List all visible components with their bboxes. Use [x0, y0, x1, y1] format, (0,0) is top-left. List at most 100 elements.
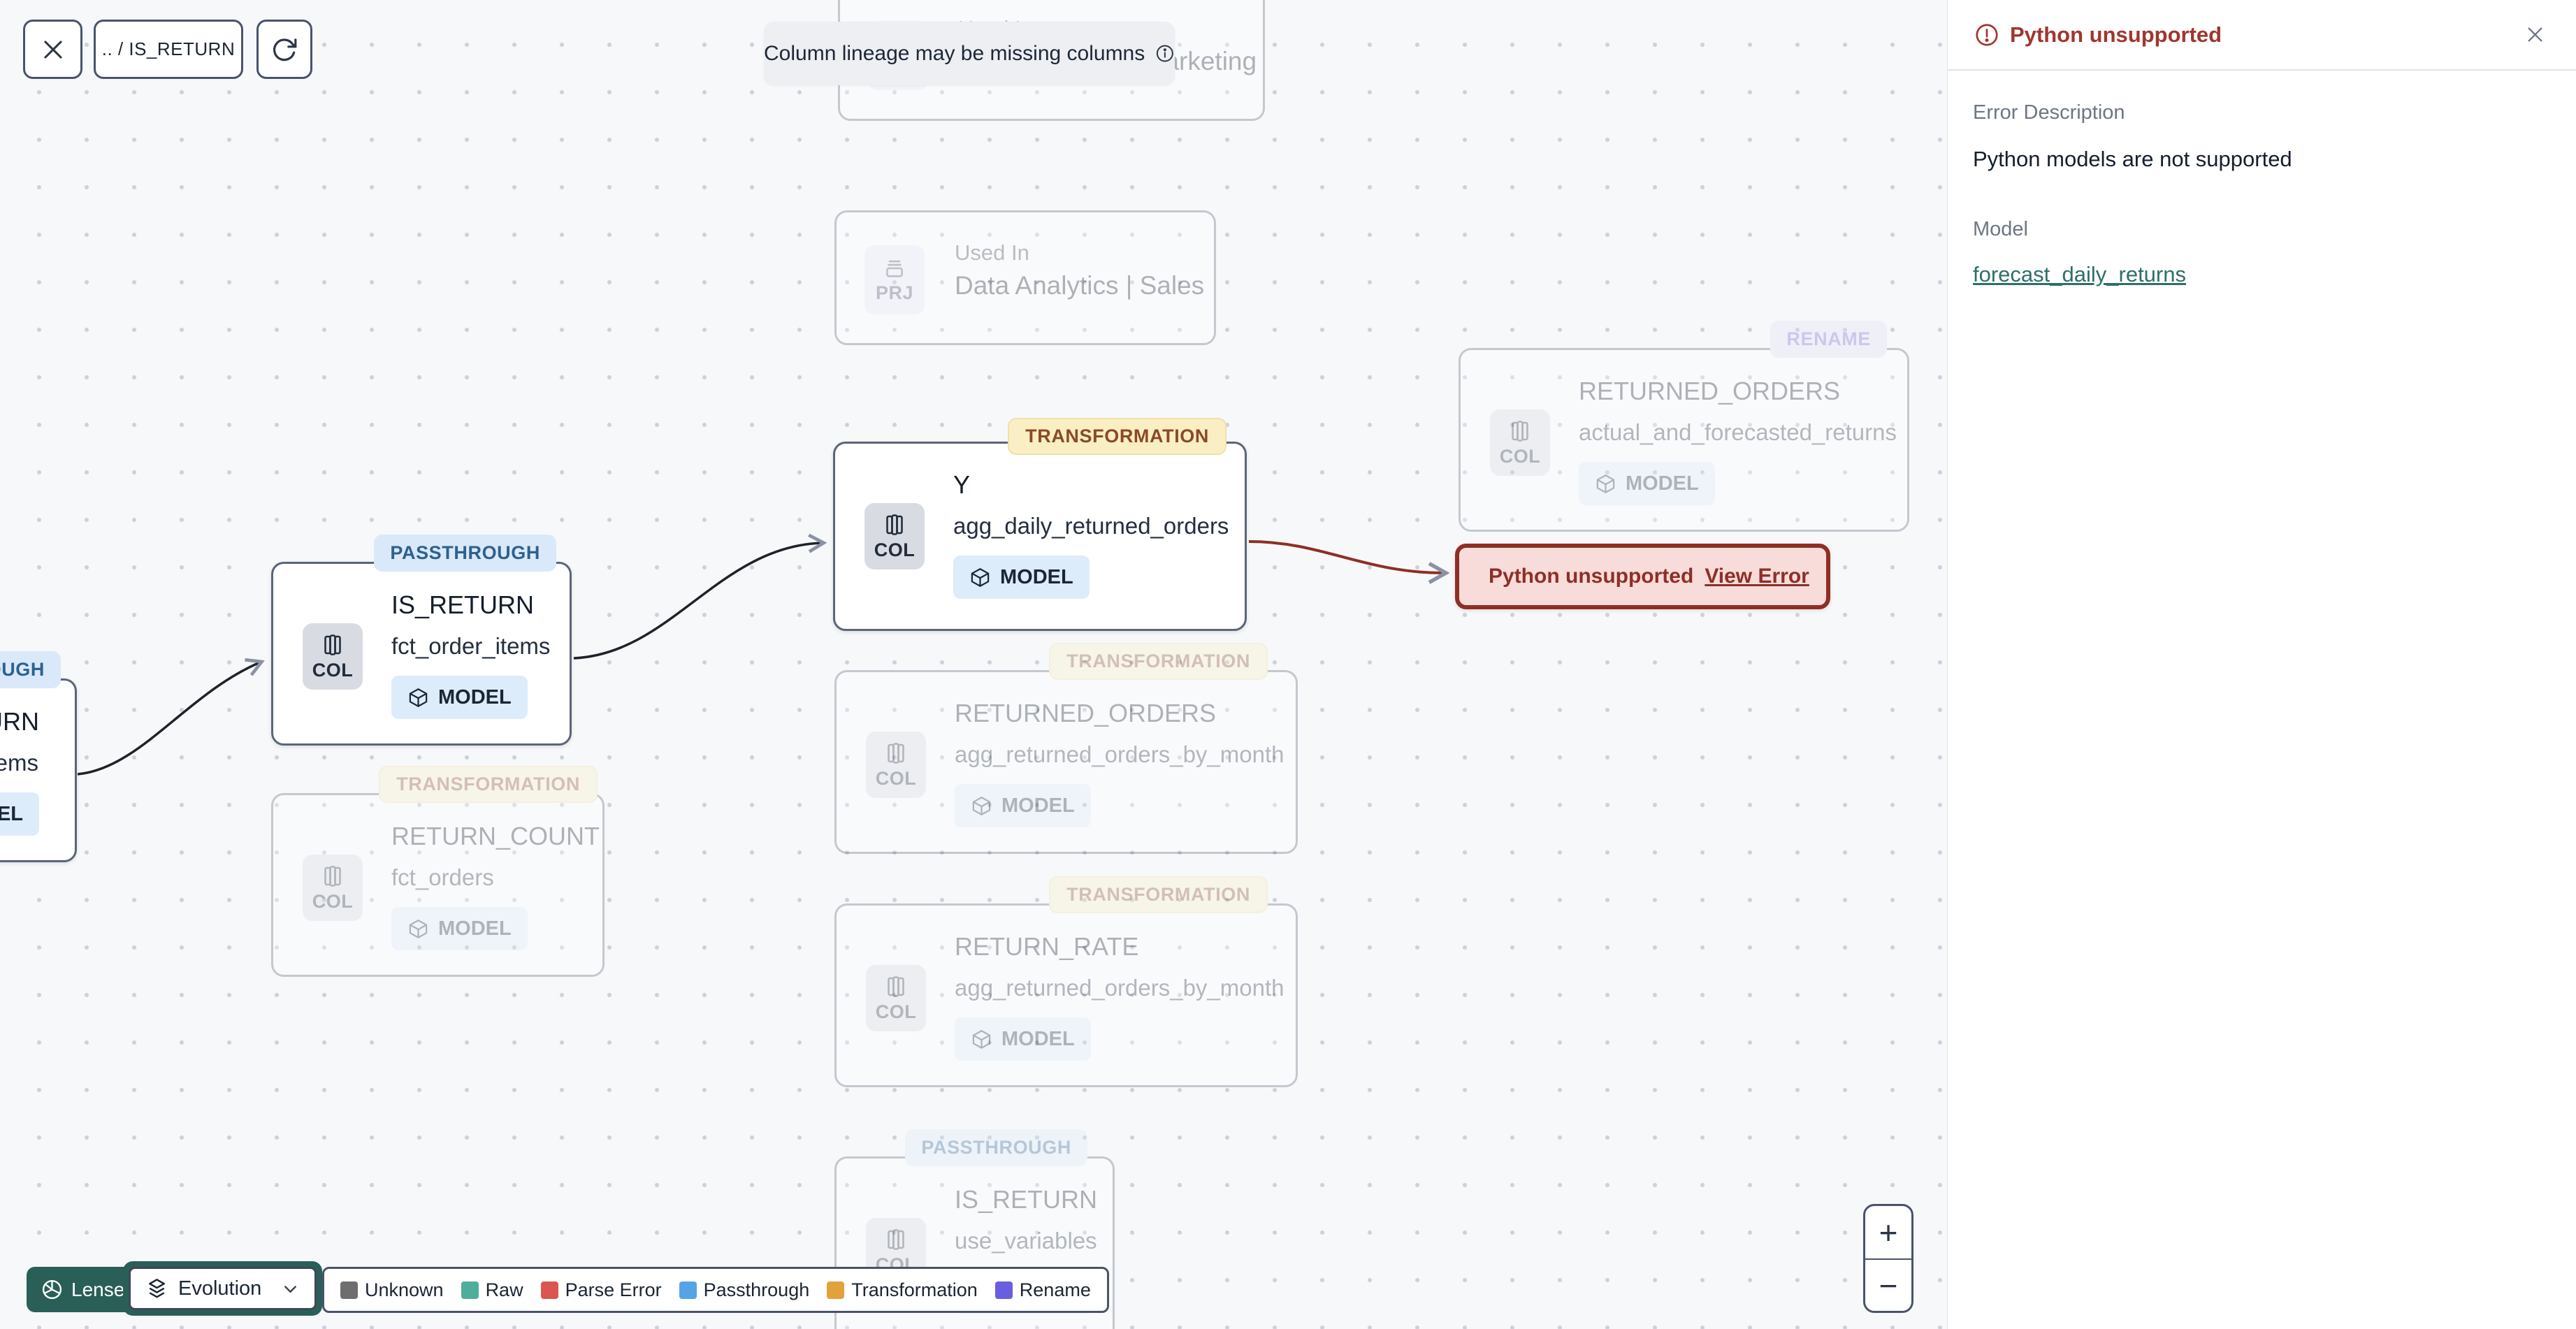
- legend-item-raw: Raw: [461, 1279, 523, 1301]
- lineage-warning-banner: Column lineage may be missing columns: [764, 22, 1175, 85]
- project-typebox: PRJ: [864, 245, 925, 314]
- column-name: RETURNED_ORDERS: [955, 699, 1217, 727]
- column-typebox: COL: [866, 732, 926, 798]
- lens-aperture-icon: [42, 1279, 62, 1300]
- model-chip-label: MODEL: [438, 917, 512, 940]
- project-stack-icon: [886, 260, 903, 277]
- typebox-label: COL: [1499, 445, 1541, 467]
- legend-swatch: [679, 1281, 697, 1299]
- column-name: IS_RETURN: [391, 590, 535, 619]
- model-name: ems: [0, 750, 38, 776]
- node-upstream-is-return-partial[interactable]: OUGH URN ems DEL: [0, 651, 77, 862]
- columns-icon: [324, 634, 341, 655]
- close-panel-button[interactable]: [2524, 23, 2547, 46]
- lens-badge-transformation: TRANSFORMATION: [1008, 418, 1227, 455]
- columns-icon: [1512, 420, 1528, 442]
- node-y-agg-daily-returned-orders[interactable]: TRANSFORMATION COL Y agg_daily_returned_…: [833, 418, 1247, 631]
- lens-badge-passthrough: PASSTHROUGH: [905, 1129, 1087, 1166]
- lineage-canvas[interactable]: PRJ Used In Data Analytics | Marketing P…: [0, 0, 1947, 1329]
- error-description-label: Error Description: [1973, 101, 2125, 124]
- column-name: RETURNED_ORDERS: [1579, 377, 1841, 405]
- info-icon[interactable]: [1155, 42, 1175, 65]
- zoom-in-button[interactable]: +: [1865, 1206, 1911, 1258]
- cube-icon: [972, 796, 991, 815]
- legend-swatch: [540, 1281, 558, 1299]
- node-return-count[interactable]: TRANSFORMATION COL RETURN_COUNT fct_orde…: [271, 766, 605, 977]
- legend-item-unknown: Unknown: [340, 1279, 444, 1301]
- node-is-return-fct-order-items[interactable]: PASSTHROUGH COL IS_RETURN fct_order_item…: [271, 535, 572, 746]
- column-name: Y: [953, 470, 971, 499]
- model-name: agg_returned_orders_by_month: [955, 741, 1285, 767]
- node-used-in-sales[interactable]: PRJ Used In Data Analytics | Sales: [834, 210, 1216, 345]
- model-chip: MODEL: [391, 676, 528, 719]
- edge-y-to-error: [1248, 540, 1450, 584]
- model-name: agg_returned_orders_by_month: [955, 975, 1285, 1001]
- breadcrumb-text: .. / IS_RETURN: [101, 38, 236, 59]
- column-name: IS_RETURN: [955, 1185, 1098, 1214]
- refresh-icon: [273, 38, 297, 61]
- edge-upstream-to-is-return: [77, 658, 265, 776]
- node-python-unsupported-error[interactable]: Python unsupported View Error: [1455, 544, 1830, 609]
- column-name: RETURN_RATE: [955, 932, 1139, 961]
- lens-selected-label: Evolution: [178, 1277, 262, 1300]
- error-description-text: Python models are not supported: [1973, 147, 2292, 171]
- close-icon: [43, 40, 62, 59]
- model-name: fct_orders: [391, 864, 494, 890]
- close-lineage-button[interactable]: [23, 20, 82, 79]
- legend-swatch: [827, 1281, 845, 1299]
- lens-badge-passthrough: OUGH: [0, 651, 61, 688]
- typebox-label: PRJ: [875, 282, 914, 303]
- model-link[interactable]: forecast_daily_returns: [1973, 262, 2186, 287]
- typebox-label: COL: [312, 890, 354, 912]
- error-node-label: Python unsupported: [1489, 565, 1694, 588]
- typebox-label: COL: [312, 659, 354, 681]
- refresh-button[interactable]: [256, 20, 312, 79]
- legend-item-transformation: Transformation: [827, 1279, 978, 1301]
- model-chip-label: MODEL: [1001, 1027, 1075, 1050]
- legend-item-rename: Rename: [994, 1279, 1091, 1301]
- cube-icon: [971, 567, 990, 587]
- alert-circle-icon: [1976, 23, 1998, 46]
- lens-select[interactable]: Evolution: [129, 1267, 317, 1310]
- model-chip: MODEL: [953, 555, 1090, 599]
- node-return-rate[interactable]: TRANSFORMATION COL RETURN_RATE agg_retur…: [834, 876, 1298, 1087]
- lens-legend: Unknown Raw Parse Error Passthrough Tran…: [322, 1267, 1109, 1313]
- column-typebox: COL: [303, 855, 363, 921]
- edge-is-return-to-y: [573, 533, 827, 660]
- model-chip-label: MODEL: [1000, 565, 1073, 588]
- model-chip: MODEL: [391, 907, 528, 950]
- close-icon: [2528, 27, 2542, 42]
- error-panel-header: Python unsupported: [1948, 0, 2576, 71]
- column-name: URN: [0, 707, 39, 736]
- cube-icon: [409, 688, 428, 707]
- view-error-link[interactable]: View Error: [1705, 565, 1809, 588]
- lens-select-wrapper[interactable]: Evolution: [123, 1261, 323, 1316]
- cube-icon: [1596, 474, 1615, 493]
- model-label: Model: [1973, 218, 2028, 240]
- node-returned-orders-rename[interactable]: RENAME COL RETURNED_ORDERS actual_and_fo…: [1459, 321, 1909, 532]
- model-chip-label: MODEL: [1001, 794, 1075, 817]
- model-name: use_variables: [955, 1228, 1097, 1254]
- typebox-label: COL: [875, 767, 917, 789]
- zoom-out-button[interactable]: −: [1865, 1258, 1911, 1311]
- error-panel-title: Python unsupported: [2010, 22, 2222, 47]
- model-chip: MODEL: [955, 1017, 1091, 1061]
- column-typebox: COL: [303, 623, 363, 690]
- banner-text: Column lineage may be missing columns: [764, 41, 1145, 65]
- lens-badge-rename: RENAME: [1770, 321, 1887, 358]
- legend-swatch: [340, 1281, 358, 1299]
- model-chip-label: MODEL: [1626, 472, 1699, 495]
- used-in-title: Data Analytics | Sales: [955, 271, 1205, 300]
- cube-icon: [409, 919, 428, 938]
- breadcrumb[interactable]: .. / IS_RETURN: [94, 20, 243, 79]
- typebox-label: COL: [874, 539, 916, 560]
- chevron-down-icon: [284, 1285, 297, 1293]
- layers-icon: [149, 1278, 165, 1298]
- column-typebox: COL: [1490, 409, 1550, 476]
- legend-item-passthrough: Passthrough: [679, 1279, 809, 1301]
- column-name: RETURN_COUNT: [391, 822, 600, 850]
- columns-icon: [888, 1228, 904, 1250]
- model-chip-label: DEL: [0, 802, 23, 825]
- legend-swatch: [461, 1281, 479, 1299]
- node-returned-orders-transformation[interactable]: TRANSFORMATION COL RETURNED_ORDERS agg_r…: [834, 643, 1298, 854]
